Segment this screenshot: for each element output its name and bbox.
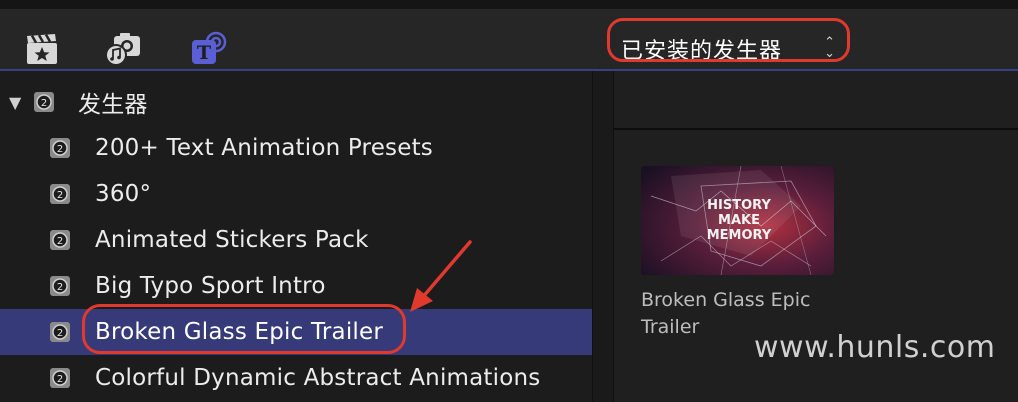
sidebar-item-broken-glass-epic-trailer[interactable]: 2 Broken Glass Epic Trailer [0,309,592,355]
thumbnail-caption-line-1: Broken Glass Epic [641,289,811,311]
camera-music-icon[interactable] [103,29,143,69]
svg-text:2: 2 [41,98,47,109]
motion-badge-icon: 2 [32,90,56,114]
motion-badge-icon: 2 [48,274,72,298]
motion-badge-icon: 2 [48,136,72,160]
thumbnail-overlay-line-3: MEMORY [707,228,772,243]
watermark-text: www.hunls.com [754,330,996,365]
svg-text:T: T [197,42,211,64]
svg-text:2: 2 [57,236,63,247]
svg-text:2: 2 [57,144,63,155]
sidebar-item-label: Animated Stickers Pack [95,227,369,253]
sidebar-item-label: 200+ Text Animation Presets [95,135,433,161]
generator-filter-dropdown[interactable]: 已安装的发生器 ⌃ ⌄ [611,29,849,69]
motion-badge-icon: 2 [48,366,72,390]
thumbnail-overlay-line-1: HISTORY [707,198,771,213]
svg-text:2: 2 [57,374,63,385]
app-window: T 已安装的发生器 ⌃ ⌄ ▼ 2 发生器 2 200+ Text Animati… [0,0,1018,402]
pane-divider[interactable] [592,71,614,402]
sidebar-item-label: 360° [95,181,152,207]
sidebar-item-label: 发生器 [78,92,148,118]
toolbar: T 已安装的发生器 ⌃ ⌄ [0,0,1018,69]
clapboard-star-icon[interactable] [22,29,62,69]
generator-filter-value: 已安装的发生器 [621,39,783,64]
sidebar-item-200-text-animation-presets[interactable]: 2 200+ Text Animation Presets [0,125,592,171]
sidebar: ▼ 2 发生器 2 200+ Text Animation Presets 2 … [0,71,592,402]
disclosure-triangle-icon[interactable]: ▼ [9,93,21,112]
svg-text:2: 2 [57,190,63,201]
sidebar-item-360[interactable]: 2 360° [0,171,592,217]
chevron-up-down-icon: ⌃ ⌄ [824,35,835,61]
svg-text:2: 2 [57,282,63,293]
titles-generators-icon[interactable]: T [189,29,229,69]
sidebar-item-label: Colorful Dynamic Abstract Animations [95,365,541,391]
sidebar-item-animated-stickers-pack[interactable]: 2 Animated Stickers Pack [0,217,592,263]
sidebar-item-big-typo-sport-intro[interactable]: 2 Big Typo Sport Intro [0,263,592,309]
sidebar-item-label: Broken Glass Epic Trailer [95,319,384,345]
motion-badge-icon: 2 [48,228,72,252]
browser-header [614,71,1018,130]
svg-text:2: 2 [57,328,63,339]
sidebar-item-generators-root[interactable]: ▼ 2 发生器 [0,79,592,125]
thumbnail-overlay-line-2: MAKE [718,213,760,228]
sidebar-item-colorful-dynamic-abstract-animations[interactable]: 2 Colorful Dynamic Abstract Animations [0,355,592,401]
motion-badge-icon: 2 [48,182,72,206]
generator-thumbnail[interactable]: HISTORY MAKE MEMORY [641,166,834,275]
motion-badge-icon: 2 [48,320,72,344]
sidebar-item-label: Big Typo Sport Intro [95,273,326,299]
